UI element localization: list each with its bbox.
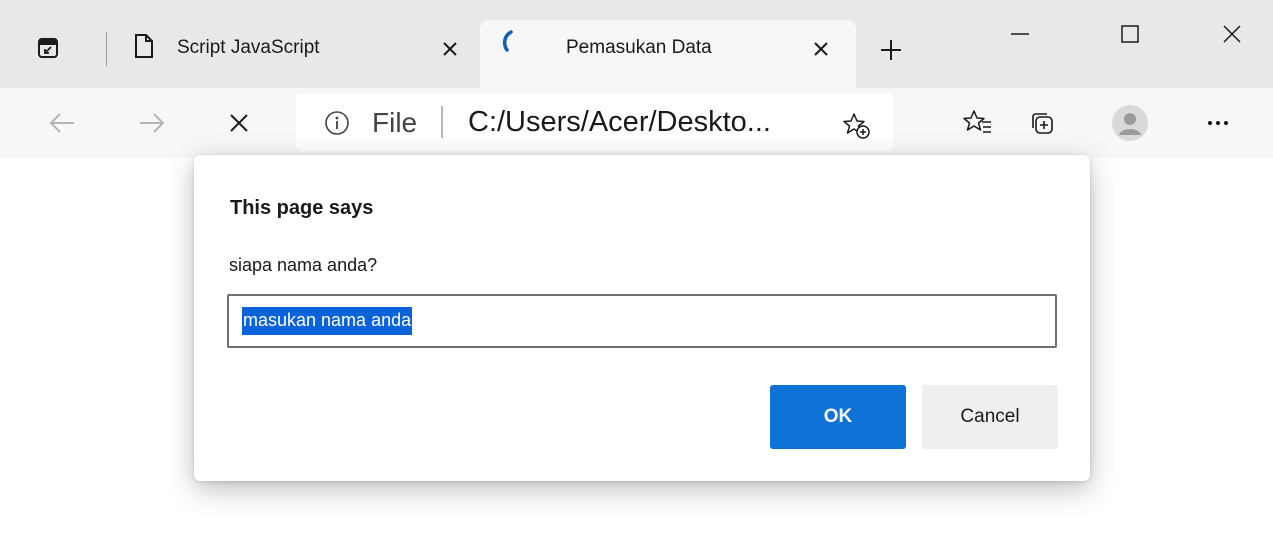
new-tab-plus-icon[interactable]: [876, 35, 906, 65]
cancel-button[interactable]: Cancel: [922, 385, 1058, 449]
more-options-icon[interactable]: [1198, 103, 1238, 143]
tab-actions-menu-icon[interactable]: [36, 36, 60, 60]
prompt-input[interactable]: masukan nama anda: [227, 294, 1057, 348]
tab-script-javascript-label[interactable]: Script JavaScript: [177, 37, 320, 59]
info-icon[interactable]: [324, 110, 350, 136]
maximize-window-icon[interactable]: [1106, 14, 1154, 54]
prompt-input-selected-text: masukan nama anda: [242, 307, 413, 335]
tab-pemasukan-data-label[interactable]: Pemasukan Data: [566, 37, 712, 59]
loading-spinner-icon: [496, 28, 520, 56]
forward-arrow-icon[interactable]: [132, 103, 172, 143]
collections-icon[interactable]: [1022, 103, 1062, 143]
back-arrow-icon[interactable]: [42, 103, 82, 143]
favorites-icon[interactable]: [958, 103, 998, 143]
dialog-title: This page says: [230, 197, 374, 219]
dialog-message: siapa nama anda?: [229, 255, 378, 275]
add-favorite-icon[interactable]: [836, 106, 876, 146]
url-text[interactable]: C:/Users/Acer/Deskto...: [468, 106, 771, 139]
scheme-label: File: [372, 107, 418, 138]
ok-button[interactable]: OK: [770, 385, 906, 449]
close-window-icon[interactable]: [1208, 14, 1256, 54]
profile-avatar-icon[interactable]: [1110, 103, 1150, 143]
close-tab-icon[interactable]: [437, 36, 463, 62]
page-icon: [133, 33, 155, 59]
stop-loading-icon[interactable]: [219, 103, 259, 143]
address-divider: [441, 106, 443, 138]
close-tab-icon[interactable]: [808, 36, 834, 62]
tab-divider: [106, 32, 107, 66]
minimize-window-icon[interactable]: [996, 14, 1044, 54]
